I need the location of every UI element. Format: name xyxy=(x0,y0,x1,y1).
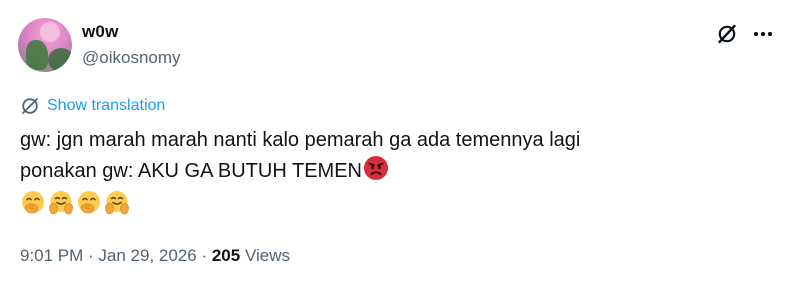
avatar-shape xyxy=(40,22,60,42)
tweet-text-line-2: ponakan gw: AKU GA BUTUH TEMEN xyxy=(20,155,780,184)
grok-button[interactable] xyxy=(712,20,742,48)
globe-slash-icon xyxy=(22,98,38,114)
more-dots-icon xyxy=(761,32,765,36)
hugging-face-emoji xyxy=(105,191,129,215)
angry-face-emoji xyxy=(363,156,388,180)
author-handle[interactable]: @oikosnomy xyxy=(82,48,181,68)
views-label: Views xyxy=(240,246,290,265)
grok-slash-circle-icon xyxy=(718,24,736,44)
avatar-shape xyxy=(48,48,72,72)
more-dots-icon xyxy=(768,32,772,36)
avatar[interactable] xyxy=(18,18,72,72)
show-translation-label: Show translation xyxy=(47,97,166,114)
hugging-face-emoji xyxy=(49,191,73,215)
tweet-time[interactable]: 9:01 PM xyxy=(20,246,83,265)
author-display-name[interactable]: w0w xyxy=(82,22,119,42)
more-options-button[interactable] xyxy=(748,20,778,48)
avatar-shape xyxy=(26,40,48,70)
meta-separator: · xyxy=(83,246,99,265)
face-with-hand-over-mouth-emoji xyxy=(78,191,100,214)
emoji-row xyxy=(20,190,130,216)
meta-separator: · xyxy=(196,246,212,265)
tweet-text-line-2-text: ponakan gw: AKU GA BUTUH TEMEN xyxy=(20,160,362,182)
tweet: w0w @oikosnomy Show translation gw: jgn … xyxy=(0,0,800,286)
tweet-text: gw: jgn marah marah nanti kalo pemarah g… xyxy=(20,126,780,184)
tweet-text-line-1: gw: jgn marah marah nanti kalo pemarah g… xyxy=(20,129,581,151)
views-count: 205 xyxy=(211,246,241,265)
face-with-hand-over-mouth-emoji xyxy=(22,191,44,214)
tweet-date[interactable]: Jan 29, 2026 xyxy=(98,246,196,265)
more-dots-icon xyxy=(754,32,758,36)
show-translation-link[interactable]: Show translation xyxy=(20,96,165,116)
tweet-meta: 9:01 PM · Jan 29, 2026 · 205 Views xyxy=(20,246,290,266)
